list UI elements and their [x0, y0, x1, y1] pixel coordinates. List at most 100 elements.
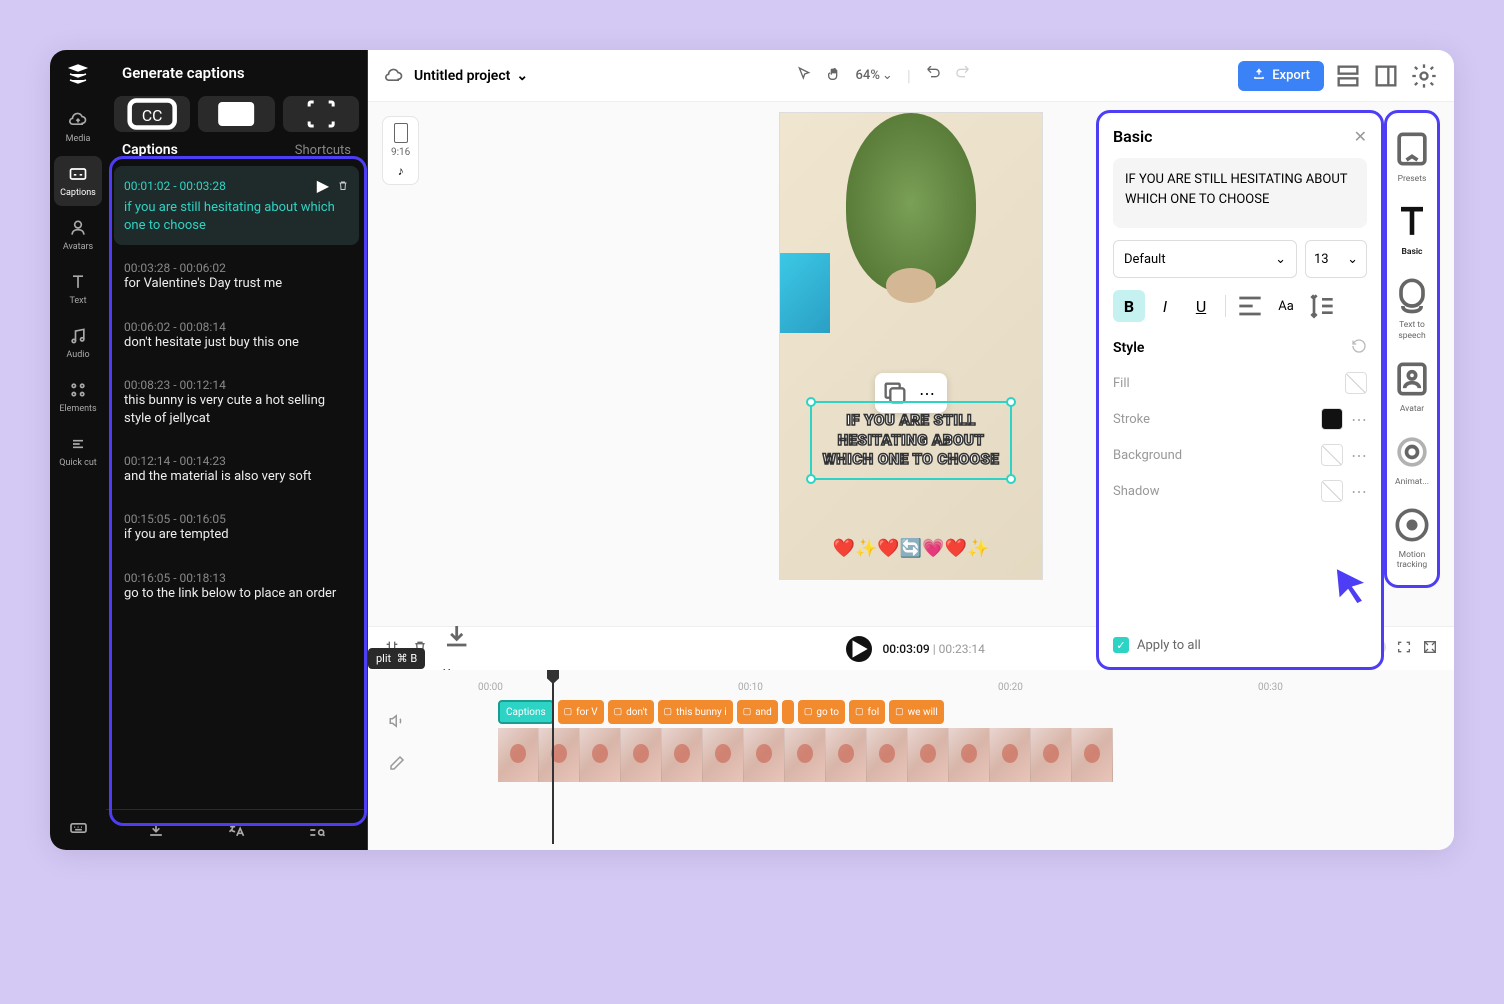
layout-icon[interactable] [1334, 62, 1362, 90]
panel-toggle-icon[interactable] [1372, 62, 1400, 90]
cursor-tool-icon[interactable] [796, 66, 812, 86]
italic-button[interactable]: I [1149, 290, 1181, 322]
time-display: 00:03:09 | 00:23:14 [882, 642, 984, 656]
delete-icon[interactable] [337, 176, 349, 195]
search-list-icon[interactable] [307, 820, 327, 840]
spacing-button[interactable] [1306, 290, 1338, 322]
expand-icon[interactable] [1422, 639, 1438, 659]
playhead[interactable] [552, 674, 554, 844]
app-logo[interactable] [66, 62, 90, 86]
nav-elements[interactable]: Elements [54, 372, 102, 422]
tab-cc[interactable]: CC [114, 96, 190, 132]
caption-clip[interactable]: ▢we will [889, 700, 944, 724]
fill-color-swatch[interactable] [1345, 372, 1367, 394]
caption-clip[interactable]: ▢for V [558, 700, 604, 724]
case-button[interactable]: Aa [1270, 290, 1302, 322]
align-button[interactable] [1234, 290, 1266, 322]
download-icon[interactable] [146, 820, 166, 840]
reset-icon[interactable] [1351, 338, 1367, 358]
caption-text: if you are tempted [124, 526, 349, 544]
fullscreen-icon[interactable] [1396, 639, 1412, 659]
caption-clip[interactable]: Captions [498, 700, 554, 724]
font-select[interactable]: Default ⌄ [1113, 240, 1297, 278]
apply-all-checkbox[interactable]: ✓ [1113, 637, 1129, 653]
timeline-ruler[interactable]: 00:00 00:10 00:20 00:30 [478, 676, 1454, 700]
caption-text: for Valentine's Day trust me [124, 275, 349, 293]
resize-handle[interactable] [806, 474, 816, 484]
caption-clip[interactable]: ▢this bunny i [658, 700, 733, 724]
caption-clip[interactable]: ▢go to [798, 700, 845, 724]
close-icon[interactable]: ✕ [1354, 127, 1367, 146]
tab-subtitle[interactable] [198, 96, 274, 132]
zoom-control[interactable]: 64% ⌄ [856, 68, 893, 83]
video-content [846, 113, 976, 293]
resize-handle[interactable] [1006, 474, 1016, 484]
stroke-more-icon[interactable]: ⋯ [1351, 410, 1367, 429]
apply-all-label: Apply to all [1137, 638, 1201, 653]
caption-item[interactable]: 00:08:23 - 00:12:14 this bunny is very c… [114, 368, 359, 438]
nav-captions[interactable]: Captions [54, 156, 102, 206]
nav-audio[interactable]: Audio [54, 318, 102, 368]
caption-item[interactable]: 00:15:05 - 00:16:05 if you are tempted [114, 502, 359, 554]
export-button[interactable]: Export [1238, 61, 1324, 91]
tab-scan[interactable] [283, 96, 359, 132]
chevron-down-icon: ⌄ [1347, 252, 1358, 267]
nav-avatars[interactable]: Avatars [54, 210, 102, 260]
play-icon[interactable]: ▶ [317, 176, 329, 195]
undo-icon[interactable] [925, 66, 941, 86]
caption-text: if you are still hesitating about which … [124, 199, 349, 235]
nav-quickcut[interactable]: Quick cut [54, 426, 102, 476]
portrait-icon [394, 123, 408, 143]
resize-handle[interactable] [806, 397, 816, 407]
aspect-ratio-badge[interactable]: 9:16 ♪ [382, 116, 419, 185]
timeline[interactable]: 00:00 00:10 00:20 00:30 Captions ▢for V … [368, 670, 1454, 850]
bold-button[interactable]: B [1113, 290, 1145, 322]
nav-media[interactable]: Media [54, 102, 102, 152]
export-icon [1252, 67, 1266, 85]
caption-clip[interactable]: ▢and [737, 700, 778, 724]
right-nav-avatar[interactable]: Avatar [1390, 351, 1434, 420]
hand-tool-icon[interactable] [826, 66, 842, 86]
project-title[interactable]: Untitled project ⌄ [414, 68, 528, 84]
caption-item[interactable]: 00:06:02 - 00:08:14 don't hesitate just … [114, 310, 359, 362]
caption-item[interactable]: 00:12:14 - 00:14:23 and the material is … [114, 444, 359, 496]
cloud-sync-icon[interactable] [384, 66, 404, 86]
background-more-icon[interactable]: ⋯ [1351, 446, 1367, 465]
right-nav-basic[interactable]: Basic [1390, 194, 1434, 263]
video-thumb [498, 728, 539, 782]
nav-text[interactable]: Text [54, 264, 102, 314]
caption-overlay[interactable]: IF YOU ARE STILL HESITATING ABOUT WHICH … [810, 401, 1012, 480]
stroke-color-swatch[interactable] [1321, 408, 1343, 430]
edit-track-icon[interactable] [388, 754, 406, 776]
download-icon[interactable]: ⌄ [440, 620, 473, 676]
top-bar: Untitled project ⌄ 64% ⌄ | Export [368, 50, 1454, 102]
mute-track-icon[interactable] [388, 712, 406, 734]
right-nav-tts[interactable]: Text to speech [1390, 267, 1434, 346]
caption-time: 00:06:02 - 00:08:14 [124, 320, 349, 334]
shadow-more-icon[interactable]: ⋯ [1351, 482, 1367, 501]
caption-item[interactable]: 00:03:28 - 00:06:02 for Valentine's Day … [114, 251, 359, 303]
play-button[interactable] [846, 636, 872, 662]
redo-icon[interactable] [955, 66, 971, 86]
caption-clip[interactable]: ▢don't [608, 700, 654, 724]
right-nav-motion[interactable]: Motion tracking [1390, 497, 1434, 576]
caption-clip[interactable]: ▢fol [849, 700, 885, 724]
right-nav-presets[interactable]: Presets [1390, 121, 1434, 190]
chevron-down-icon: ⌄ [1275, 252, 1286, 267]
caption-text-input[interactable]: IF YOU ARE STILL HESITATING ABOUT WHICH … [1113, 158, 1367, 228]
shortcuts-link[interactable]: Shortcuts [295, 143, 351, 158]
caption-clip[interactable] [782, 700, 794, 724]
shadow-color-swatch[interactable] [1321, 480, 1343, 502]
keyboard-icon[interactable] [66, 818, 91, 850]
resize-handle[interactable] [1006, 397, 1016, 407]
video-track[interactable] [498, 728, 1454, 782]
translate-icon[interactable] [226, 820, 246, 840]
underline-button[interactable]: U [1185, 290, 1217, 322]
video-preview[interactable]: ⋯ IF YOU ARE STILL HESITATING ABOUT WHIC… [779, 112, 1043, 580]
background-color-swatch[interactable] [1321, 444, 1343, 466]
caption-item[interactable]: 00:01:02 - 00:03:28 ▶ if you are still h… [114, 166, 359, 245]
settings-icon[interactable] [1410, 62, 1438, 90]
caption-item[interactable]: 00:16:05 - 00:18:13 go to the link below… [114, 561, 359, 613]
font-size-select[interactable]: 13 ⌄ [1305, 240, 1367, 278]
right-nav-animation[interactable]: Animat... [1390, 424, 1434, 493]
